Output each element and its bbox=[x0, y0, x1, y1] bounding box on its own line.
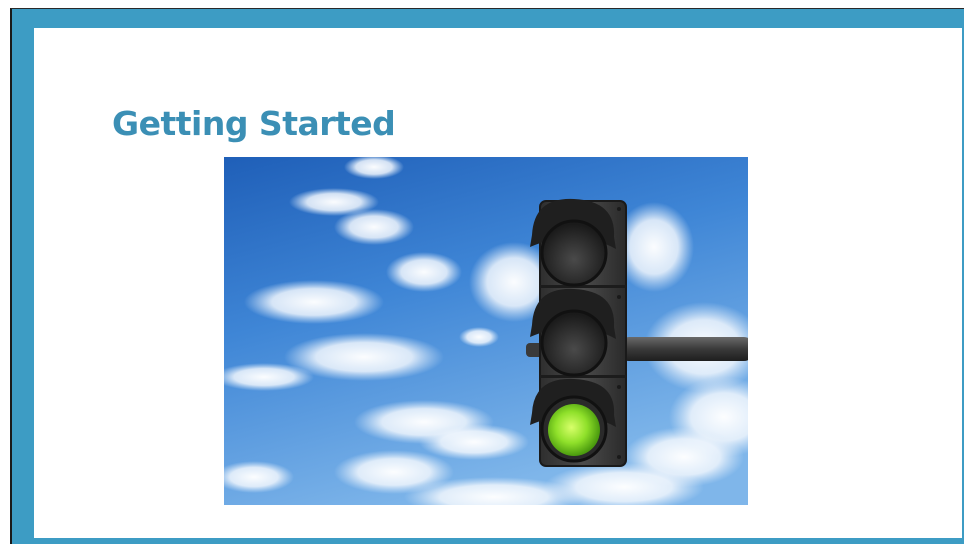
traffic-light-photo bbox=[224, 157, 748, 505]
traffic-light bbox=[530, 198, 627, 467]
slide-canvas: Getting Started bbox=[34, 28, 962, 538]
slide-title: Getting Started bbox=[112, 104, 396, 143]
slide-frame: Getting Started bbox=[10, 8, 964, 544]
